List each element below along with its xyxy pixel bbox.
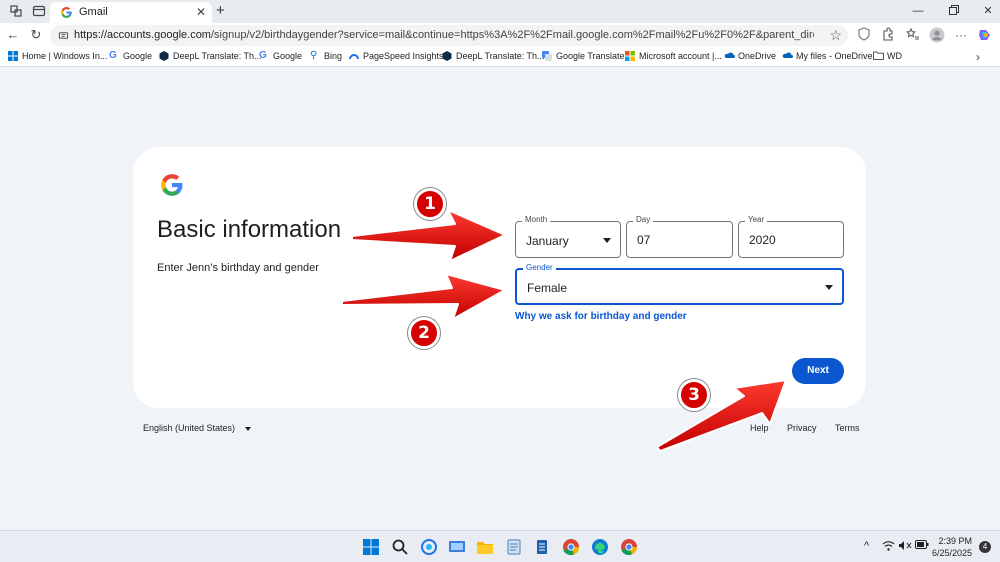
privacy-link[interactable]: Privacy [787,423,817,433]
system-clock[interactable]: 2:39 PM 6/25/2025 [932,535,972,559]
terms-link[interactable]: Terms [835,423,860,433]
notes-app-icon[interactable] [533,538,551,556]
url-text: https://accounts.google.com/signup/v2/bi… [74,29,814,41]
search-icon[interactable] [391,538,409,556]
language-select[interactable]: English (United States) [143,423,235,433]
bookmarks-bar: Home | Windows In... G Google DeepL Tran… [0,47,1000,67]
year-field[interactable]: Year 2020 [738,215,844,258]
bookmark-item[interactable]: G Google [109,50,152,62]
signup-card: Basic information Enter Jenn’s birthday … [133,147,866,408]
restore-icon[interactable] [947,4,961,20]
chevron-right-icon[interactable]: › [976,50,980,64]
google-favicon-icon [61,7,72,18]
remote-desktop-icon[interactable] [448,538,466,556]
start-windows-icon[interactable] [362,538,380,556]
annotation-badge-3: 3 [678,379,710,411]
bookmark-item[interactable]: PageSpeed Insights [349,51,444,61]
chrome-icon[interactable] [562,538,580,556]
bing-icon: ⚲ [310,50,318,61]
page-title: Basic information [157,216,342,243]
clock-date: 6/25/2025 [931,548,972,558]
url-bar[interactable]: https://accounts.google.com/signup/v2/bi… [50,25,848,46]
gender-select[interactable]: Gender Female [515,263,844,305]
page-subtitle: Enter Jenn’s birthday and gender [157,262,319,274]
month-value: January [526,234,569,248]
close-window-icon[interactable]: ✕ [981,4,995,18]
copilot-app-icon[interactable] [420,538,438,556]
favorites-icon[interactable] [905,27,921,43]
day-label: Day [633,215,654,224]
shield-extension-icon[interactable] [856,27,872,43]
google-logo-icon [161,174,183,196]
day-field[interactable]: Day 07 [626,215,733,258]
day-value: 07 [637,233,651,247]
bookmark-item[interactable]: WD [873,51,902,61]
clock-time: 2:39 PM [938,536,972,546]
onedrive-icon [724,51,735,61]
microsoft-icon [625,51,635,61]
extensions-icon[interactable] [880,27,896,43]
bookmark-item[interactable]: Microsoft account |... [625,51,722,61]
month-label: Month [522,215,551,224]
tab-close-icon[interactable]: ✕ [196,5,206,19]
site-info-icon[interactable] [58,30,69,41]
pagespeed-icon [349,51,359,61]
workspaces-icon[interactable] [9,4,23,18]
browser-tab-gmail[interactable]: Gmail ✕ [50,2,212,23]
windows-taskbar: ^ 2:39 PM 6/25/2025 4 [0,530,1000,562]
favorite-star-icon[interactable]: ☆ [829,27,842,44]
volume-muted-icon[interactable] [898,540,912,554]
month-select[interactable]: Month January [515,215,621,258]
google-icon: G [259,50,267,61]
bookmark-item[interactable]: My files - OneDrive [782,51,873,61]
wifi-icon[interactable] [882,540,895,554]
tab-bar: Gmail ✕ + — ✕ [0,0,1000,23]
annotation-badge-2: 2 [408,317,440,349]
address-toolbar: ← ↻ https://accounts.google.com/signup/v… [0,23,1000,47]
why-we-ask-link[interactable]: Why we ask for birthday and gender [515,311,687,322]
language-dropdown-arrow-icon [245,427,251,431]
deepl-icon [159,51,169,61]
year-value: 2020 [749,233,776,247]
minimize-icon[interactable]: — [911,4,925,18]
google-icon: G [109,50,117,61]
gender-value: Female [527,281,568,295]
gender-label: Gender [523,263,556,272]
tab-title: Gmail [79,6,108,18]
bookmark-item[interactable]: Home | Windows In... [8,51,107,61]
bookmark-item[interactable]: G Google [259,50,302,62]
folder-icon [873,51,884,61]
refresh-icon[interactable]: ↻ [28,28,44,42]
annotation-badge-1: 1 [414,188,446,220]
new-tab-button[interactable]: + [216,3,225,19]
year-label: Year [745,215,768,224]
bookmark-item[interactable]: Google Translate [542,51,625,61]
bookmark-item[interactable]: ⚲ Bing [310,50,342,62]
translate-icon [542,51,552,61]
windows-icon [8,51,18,61]
back-icon[interactable]: ← [5,28,21,42]
bookmark-item[interactable]: OneDrive [724,51,776,61]
help-link[interactable]: Help [750,423,769,433]
onedrive-icon [782,51,793,61]
settings-menu-icon[interactable]: ··· [953,27,969,43]
bookmark-item[interactable]: DeepL Translate: Th... [159,51,262,61]
chrome-icon[interactable] [620,538,638,556]
dropdown-arrow-icon [825,285,833,290]
file-explorer-icon[interactable] [476,538,494,556]
edge-icon[interactable] [591,538,609,556]
notepad-app-icon[interactable] [505,538,523,556]
next-button[interactable]: Next [792,358,844,384]
tab-actions-icon[interactable] [32,4,46,18]
notification-badge[interactable]: 4 [979,541,991,553]
copilot-icon[interactable] [977,27,993,43]
profile-avatar[interactable] [929,27,945,43]
dropdown-arrow-icon [603,238,611,243]
chevron-up-icon[interactable]: ^ [864,540,869,552]
battery-icon[interactable] [915,540,929,552]
deepl-icon [442,51,452,61]
bookmark-item[interactable]: DeepL Translate: Th... [442,51,545,61]
